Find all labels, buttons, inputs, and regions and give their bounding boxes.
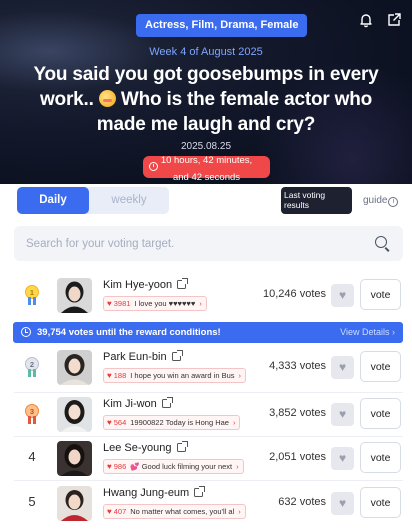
- headline-part2: Who is the female actor who made me laug…: [96, 89, 373, 135]
- reward-banner[interactable]: 39,754 votes until the reward conditions…: [13, 322, 403, 343]
- chevron-right-icon: ›: [238, 507, 241, 516]
- last-voting-results-button[interactable]: Last voting results: [281, 187, 352, 214]
- vote-count: 3,852 votes: [269, 407, 326, 419]
- heart-icon: ♥: [107, 507, 112, 516]
- week-label: Week 4 of August 2025: [149, 46, 263, 58]
- flushed-face-emoji-icon: [98, 90, 116, 107]
- heart-icon-button[interactable]: [331, 403, 354, 426]
- comment-preview[interactable]: ♥ 3981 I love you ♥♥♥♥♥♥ ›: [103, 296, 207, 311]
- page-title: You said you got goosebumps in every wor…: [30, 62, 382, 137]
- search-icon[interactable]: [375, 236, 387, 248]
- comment-text: I hope you win an award in Bus: [130, 371, 235, 380]
- tab-daily[interactable]: Daily: [17, 187, 89, 214]
- avatar[interactable]: [57, 397, 92, 432]
- actor-name-row[interactable]: Hwang Jung-eum: [103, 486, 206, 499]
- actor-name: Kim Hye-yoon: [103, 279, 173, 291]
- comment-text: 19900822 Today is Hong Hae: [130, 418, 229, 427]
- actor-name-row[interactable]: Park Eun-bin: [103, 350, 183, 363]
- external-link-icon[interactable]: [176, 441, 188, 452]
- tab-weekly[interactable]: weekly: [89, 187, 169, 214]
- comment-preview[interactable]: ♥ 188 I hope you win an award in Bus ›: [103, 368, 246, 383]
- external-link-icon[interactable]: [194, 486, 206, 497]
- heart-icon: ♥: [107, 299, 112, 308]
- search-input[interactable]: [26, 226, 356, 261]
- search-bar: [14, 226, 403, 261]
- avatar[interactable]: [57, 278, 92, 313]
- chevron-right-icon: ›: [238, 371, 242, 380]
- hero-banner: Actress, Film, Drama, Female Week 4 of A…: [0, 0, 412, 184]
- vote-count: 4,333 votes: [269, 360, 326, 372]
- comment-count: 3981: [113, 299, 131, 308]
- external-link-icon[interactable]: [171, 350, 183, 361]
- gold-medal-icon: 1: [25, 285, 39, 307]
- list-item: 2 Park Eun-bin ♥ 188 I hope you win an awa…: [0, 346, 412, 390]
- actor-name-row[interactable]: Kim Ji-won: [103, 397, 173, 410]
- vote-count: 10,246 votes: [263, 288, 326, 300]
- comment-text: 💕 Good luck filming your next: [130, 462, 233, 471]
- bell-icon[interactable]: [358, 12, 374, 28]
- bronze-medal-icon: 3: [25, 404, 39, 426]
- reward-message: 39,754 votes until the reward conditions…: [37, 327, 221, 338]
- vote-count: 632 votes: [278, 496, 326, 508]
- comment-count: 188: [113, 371, 127, 380]
- chevron-right-icon: ›: [236, 462, 239, 471]
- actor-name: Hwang Jung-eum: [103, 487, 190, 499]
- chevron-right-icon: ›: [232, 418, 236, 427]
- rank-number: 5: [28, 494, 36, 509]
- vote-count: 2,051 votes: [269, 451, 326, 463]
- heart-icon: ♥: [107, 462, 112, 471]
- list-item: 3 Kim Ji-won ♥ 564 19900822 Today is Hong …: [0, 393, 412, 437]
- heart-icon: ♥: [107, 418, 112, 427]
- actor-name-row[interactable]: Kim Hye-yoon: [103, 278, 189, 291]
- category-badge[interactable]: Actress, Film, Drama, Female: [136, 14, 308, 37]
- vote-button[interactable]: vote: [360, 279, 401, 310]
- comment-text: I love you ♥♥♥♥♥♥: [134, 299, 196, 308]
- comment-preview[interactable]: ♥ 986 💕 Good luck filming your next ›: [103, 459, 244, 474]
- rank-number: 4: [28, 449, 36, 464]
- comment-count: 986: [113, 462, 127, 471]
- heart-icon-button[interactable]: [331, 447, 354, 470]
- alarm-clock-icon: [21, 327, 31, 337]
- heart-icon-button[interactable]: [331, 492, 354, 515]
- period-tabs: Daily weekly: [17, 187, 169, 214]
- actor-name-row[interactable]: Lee Se-young: [103, 441, 188, 454]
- info-icon: i: [388, 197, 399, 207]
- avatar[interactable]: [57, 350, 92, 385]
- vote-button[interactable]: vote: [360, 351, 401, 382]
- countdown-line1: 10 hours, 42 minutes,: [160, 155, 253, 166]
- guide-label: guide: [363, 195, 388, 206]
- comment-count: 564: [113, 418, 127, 427]
- list-item: 1 Kim Hye-yoon ♥ 3981 I love you ♥♥♥♥♥♥ › 1…: [0, 274, 412, 318]
- chevron-right-icon: ›: [199, 299, 202, 308]
- vote-button[interactable]: vote: [360, 398, 401, 429]
- heart-icon-button[interactable]: [331, 356, 354, 379]
- comment-count: 407: [113, 507, 127, 516]
- avatar[interactable]: [57, 441, 92, 476]
- external-link-icon[interactable]: [161, 397, 173, 408]
- external-link-icon[interactable]: [177, 278, 189, 289]
- countdown-text: 10 hours, 42 minutes, and 42 seconds: [143, 152, 270, 184]
- list-item: 4 Lee Se-young ♥ 986 💕 Good luck filming y…: [0, 437, 412, 481]
- heart-icon: ♥: [107, 371, 112, 380]
- actor-name: Park Eun-bin: [103, 351, 167, 363]
- comment-preview[interactable]: ♥ 564 19900822 Today is Hong Hae ›: [103, 415, 241, 430]
- actor-name: Lee Se-young: [103, 442, 172, 454]
- actor-name: Kim Ji-won: [103, 398, 157, 410]
- countdown-line2: and 42 seconds: [172, 172, 241, 183]
- guide-link[interactable]: guide i: [363, 195, 399, 207]
- silver-medal-icon: 2: [25, 357, 39, 379]
- vote-button[interactable]: vote: [360, 442, 401, 473]
- heart-icon-button[interactable]: [331, 284, 354, 307]
- hero-actions: [358, 12, 402, 28]
- poll-date: 2025.08.25: [180, 141, 232, 152]
- vote-button[interactable]: vote: [360, 487, 401, 518]
- comment-preview[interactable]: ♥ 407 No matter what comes, you'll al ›: [103, 504, 246, 519]
- avatar[interactable]: [57, 486, 92, 521]
- comment-text: No matter what comes, you'll al: [130, 507, 235, 516]
- divider: [14, 480, 403, 481]
- view-details-link[interactable]: View Details ›: [340, 322, 395, 343]
- share-icon[interactable]: [386, 12, 402, 28]
- list-item: 5 Hwang Jung-eum ♥ 407 No matter what come…: [0, 482, 412, 526]
